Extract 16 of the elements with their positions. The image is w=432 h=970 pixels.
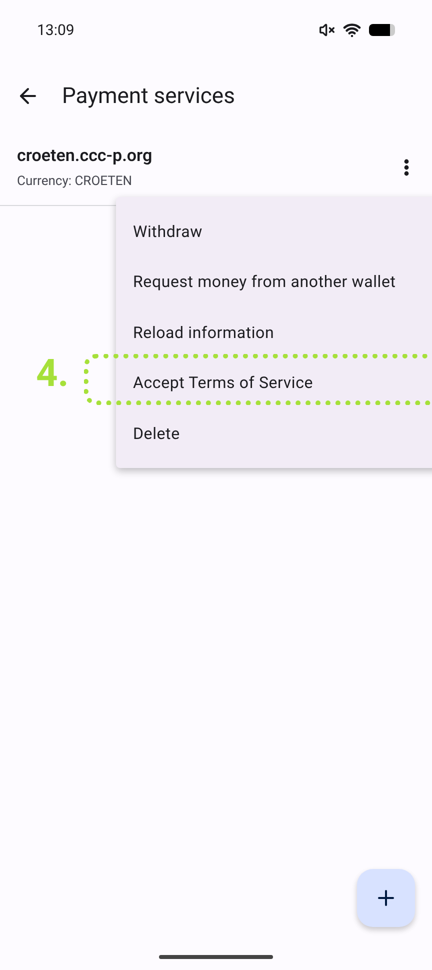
battery-icon: [369, 24, 395, 36]
mute-icon: [319, 22, 335, 38]
screen-title: Payment services: [62, 84, 235, 108]
status-time: 13:09: [37, 21, 74, 39]
navigation-handle[interactable]: [159, 955, 273, 959]
menu-item[interactable]: Delete: [116, 408, 432, 458]
menu-item[interactable]: Request money from another wallet: [116, 256, 432, 307]
more-options-button[interactable]: [404, 159, 409, 176]
menu-item[interactable]: Accept Terms of Service: [116, 358, 432, 408]
step-number: 4.: [36, 352, 69, 396]
more-vertical-icon: [404, 159, 409, 176]
wifi-icon: [343, 21, 361, 39]
currency-label: Currency: CROETEN: [17, 174, 134, 189]
menu-item[interactable]: Withdraw: [116, 206, 432, 256]
exchange-name: croeten.ccc-p.org: [17, 146, 152, 166]
menu-item[interactable]: Reload information: [116, 307, 432, 358]
